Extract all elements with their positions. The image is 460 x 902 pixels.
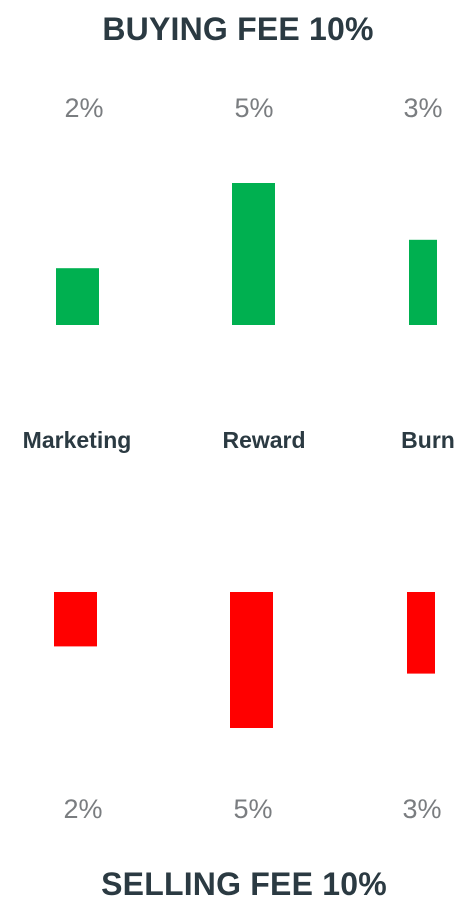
category-label-burn: Burn (401, 427, 455, 453)
fee-charts: BUYING FEE 10% 2% 5% 3% Marketing Reward… (23, 11, 455, 902)
selling-value-label-reward: 5% (233, 794, 272, 824)
buying-value-label-reward: 5% (234, 93, 273, 123)
selling-bars (54, 592, 435, 728)
buying-value-label-marketing: 2% (64, 93, 103, 123)
buying-bar-reward (232, 183, 275, 325)
buying-bar-marketing (56, 268, 99, 325)
selling-bar-marketing (54, 592, 97, 647)
buying-bar-burn (409, 239, 437, 325)
category-label-marketing: Marketing (23, 427, 132, 453)
selling-bar-reward (230, 592, 273, 728)
category-label-reward: Reward (222, 427, 305, 453)
selling-value-label-marketing: 2% (63, 794, 102, 824)
selling-chart-title: SELLING FEE 10% (101, 866, 387, 902)
selling-value-label-burn: 3% (402, 794, 441, 824)
buying-chart-title: BUYING FEE 10% (102, 11, 373, 47)
buying-value-label-burn: 3% (403, 93, 442, 123)
selling-bar-burn (407, 592, 435, 674)
buying-bars (56, 183, 437, 325)
